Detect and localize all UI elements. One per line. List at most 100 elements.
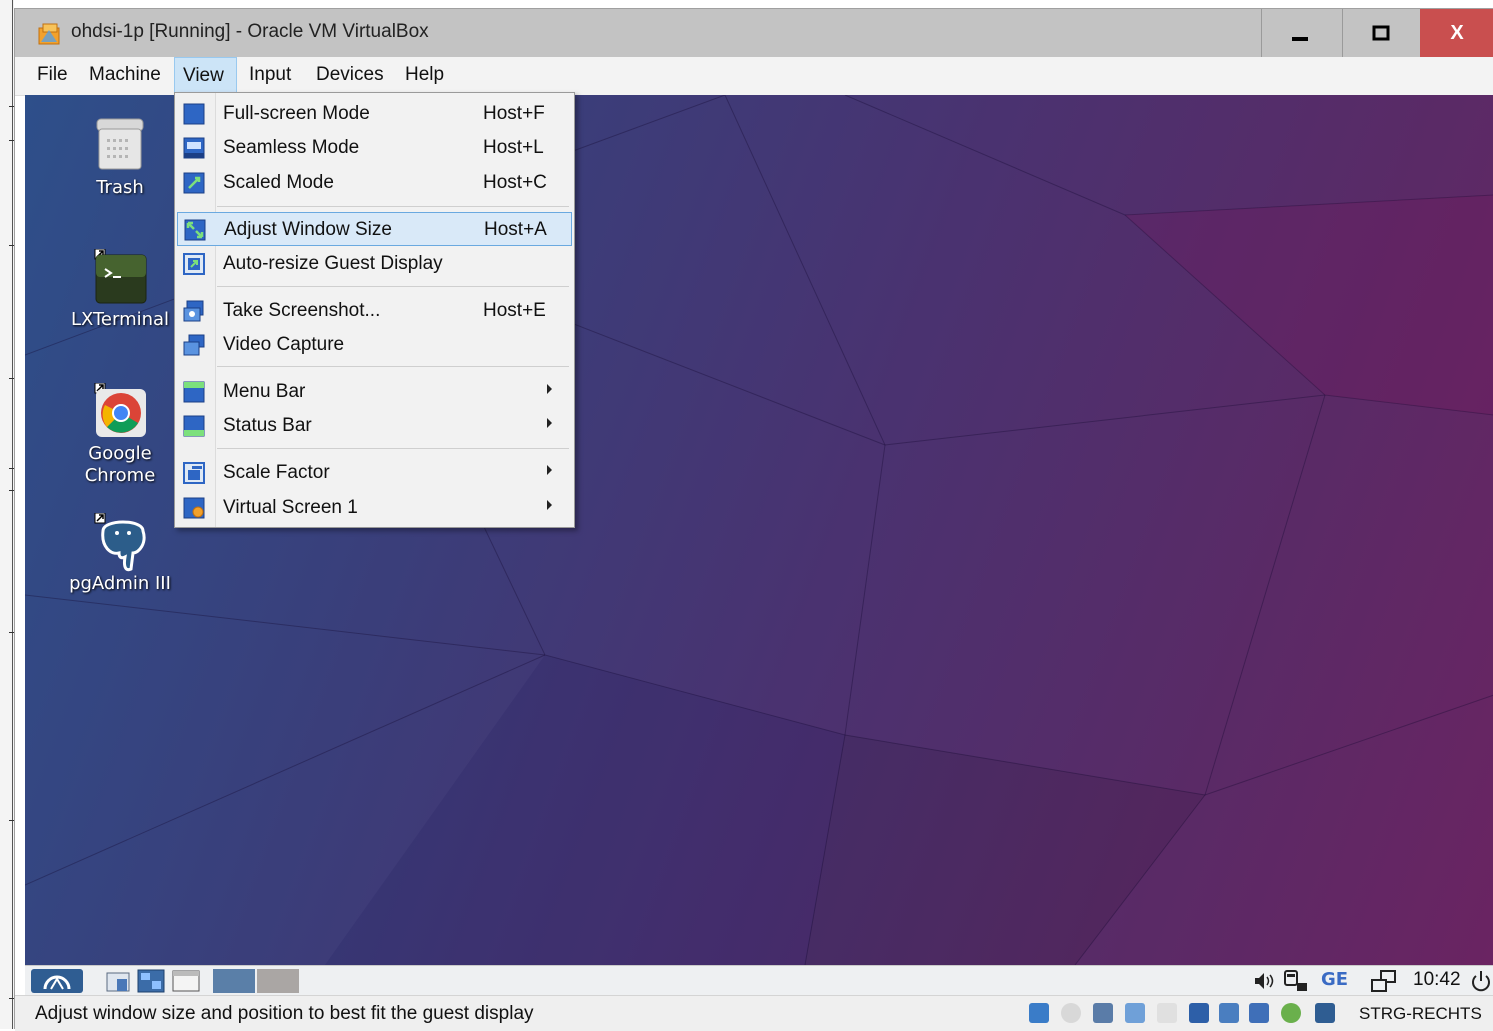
host-key-label: STRG-RECHTS xyxy=(1359,1004,1482,1023)
show-desktop-launcher[interactable] xyxy=(171,969,201,993)
title-bar[interactable]: ohdsi-1p [Running] - Oracle VM VirtualBo… xyxy=(15,9,1493,57)
menu-item-label: Seamless Mode xyxy=(223,137,360,158)
fullscreen-icon xyxy=(183,103,205,125)
window-icon xyxy=(172,970,200,992)
menu-item-scale-factor[interactable]: Scale Factor xyxy=(177,456,572,490)
status-message: Adjust window size and position to best … xyxy=(35,1003,534,1024)
menu-item-shortcut: Host+A xyxy=(484,219,547,240)
submenu-arrow-icon xyxy=(547,465,552,475)
menu-item-label: Adjust Window Size xyxy=(224,219,392,240)
menu-item-label: Take Screenshot... xyxy=(223,300,381,321)
video-capture-icon xyxy=(183,334,205,356)
minimize-icon xyxy=(1292,37,1308,41)
virtualbox-app-icon xyxy=(38,23,60,45)
workspace-2[interactable] xyxy=(257,969,299,993)
status-bar-icon xyxy=(183,415,205,437)
scaled-icon xyxy=(183,172,205,194)
display-status-icon[interactable] xyxy=(1189,1003,1209,1023)
cpu-icon[interactable] xyxy=(1249,1003,1269,1023)
usb-icon[interactable] xyxy=(1125,1003,1145,1023)
menu-item-menu-bar[interactable]: Menu Bar xyxy=(177,375,572,409)
volume-icon xyxy=(1255,973,1274,989)
menu-item-status-bar[interactable]: Status Bar xyxy=(177,409,572,443)
menu-item-virtual-screen-1[interactable]: Virtual Screen 1 xyxy=(177,491,572,525)
menu-bar-icon xyxy=(183,381,205,403)
auto-resize-icon xyxy=(183,253,205,275)
desktop-icon-google-chrome[interactable]: Google Chrome xyxy=(65,382,175,487)
file-manager-launcher[interactable] xyxy=(105,969,131,993)
left-edge-artifact xyxy=(0,0,14,1029)
network-icon xyxy=(1284,970,1307,991)
desktop-icon-pgadmin[interactable]: pgAdmin III xyxy=(65,512,175,595)
menu-item-label: Scale Factor xyxy=(223,462,330,483)
menu-separator xyxy=(217,206,569,207)
lxde-menu-icon xyxy=(43,975,71,990)
logout-button[interactable] xyxy=(1469,969,1493,993)
menu-item-auto-resize-guest-display[interactable]: Auto-resize Guest Display xyxy=(177,247,572,281)
menu-item-seamless-mode[interactable]: Seamless Mode Host+L xyxy=(177,131,572,165)
workspace-1[interactable] xyxy=(213,969,255,993)
volume-control[interactable] xyxy=(1251,969,1279,993)
guest-taskbar: GE 10:42 xyxy=(25,965,1493,996)
display-icon xyxy=(1371,970,1396,992)
virtual-screen-icon xyxy=(183,497,205,519)
close-button[interactable]: X xyxy=(1420,9,1493,57)
menu-item-label: Menu Bar xyxy=(223,381,306,402)
edge-line xyxy=(12,0,13,1029)
desktop-icon-label: LXTerminal xyxy=(70,309,170,330)
menu-item-video-capture[interactable]: Video Capture xyxy=(177,328,572,362)
menu-devices[interactable]: Devices xyxy=(308,57,392,93)
display-switcher[interactable] xyxy=(1369,969,1399,993)
menu-file[interactable]: File xyxy=(29,57,76,93)
minimize-button[interactable] xyxy=(1261,9,1339,57)
menu-item-label: Video Capture xyxy=(223,334,345,355)
desktop-icon-label: Trash xyxy=(96,177,144,198)
power-icon xyxy=(1472,971,1490,992)
hard-disk-icon[interactable] xyxy=(1029,1003,1049,1023)
menu-item-adjust-window-size[interactable]: Adjust Window Size Host+A xyxy=(177,212,572,246)
maximize-button[interactable] xyxy=(1342,9,1420,57)
menu-item-label: Full-screen Mode xyxy=(223,103,370,124)
window-title: ohdsi-1p [Running] - Oracle VM VirtualBo… xyxy=(71,21,429,42)
start-menu-button[interactable] xyxy=(31,969,83,993)
desktop-icon-trash[interactable]: Trash xyxy=(65,117,175,199)
submenu-arrow-icon xyxy=(547,500,552,510)
desktop-icon-lxterminal[interactable]: LXTerminal xyxy=(65,248,175,331)
menu-item-fullscreen-mode[interactable]: Full-screen Mode Host+F xyxy=(177,97,572,131)
shared-folders-icon[interactable] xyxy=(1157,1003,1177,1023)
menu-input[interactable]: Input xyxy=(241,57,299,93)
pgadmin-icon xyxy=(93,512,147,572)
chrome-icon xyxy=(93,382,147,437)
desktop-launcher[interactable] xyxy=(137,969,165,993)
maximize-icon xyxy=(1372,25,1390,41)
trash-icon xyxy=(93,117,147,171)
desktop-switch-icon xyxy=(137,969,165,993)
submenu-arrow-icon xyxy=(547,384,552,394)
menu-item-label: Virtual Screen 1 xyxy=(223,497,358,518)
menu-view[interactable]: View xyxy=(174,57,237,93)
menu-separator xyxy=(217,286,569,287)
optical-drive-icon[interactable] xyxy=(1061,1003,1081,1023)
scale-factor-icon xyxy=(183,462,205,484)
video-capture-status-icon[interactable] xyxy=(1219,1003,1239,1023)
desktop-icon-label: Google Chrome xyxy=(84,443,156,486)
host-key-icon[interactable] xyxy=(1315,1003,1335,1023)
screenshot-icon xyxy=(183,300,204,322)
network-monitor[interactable] xyxy=(1281,969,1309,993)
status-bar: Adjust window size and position to best … xyxy=(15,995,1493,1031)
menu-item-label: Status Bar xyxy=(223,415,312,436)
audio-icon[interactable] xyxy=(1093,1003,1113,1023)
menu-bar: File Machine View Input Devices Help xyxy=(15,57,1493,96)
menu-item-take-screenshot[interactable]: Take Screenshot... Host+E xyxy=(177,294,572,328)
menu-item-shortcut: Host+L xyxy=(483,137,544,158)
menu-item-shortcut: Host+F xyxy=(483,103,545,124)
seamless-icon xyxy=(183,137,205,159)
keyboard-layout-indicator[interactable]: GE xyxy=(1321,969,1348,990)
clock[interactable]: 10:42 xyxy=(1413,969,1461,991)
menu-item-scaled-mode[interactable]: Scaled Mode Host+C xyxy=(177,166,572,200)
menu-machine[interactable]: Machine xyxy=(81,57,169,93)
menu-separator xyxy=(217,366,569,367)
mouse-integration-icon[interactable] xyxy=(1281,1003,1301,1023)
menu-help[interactable]: Help xyxy=(397,57,452,93)
adjust-window-icon xyxy=(184,219,206,241)
